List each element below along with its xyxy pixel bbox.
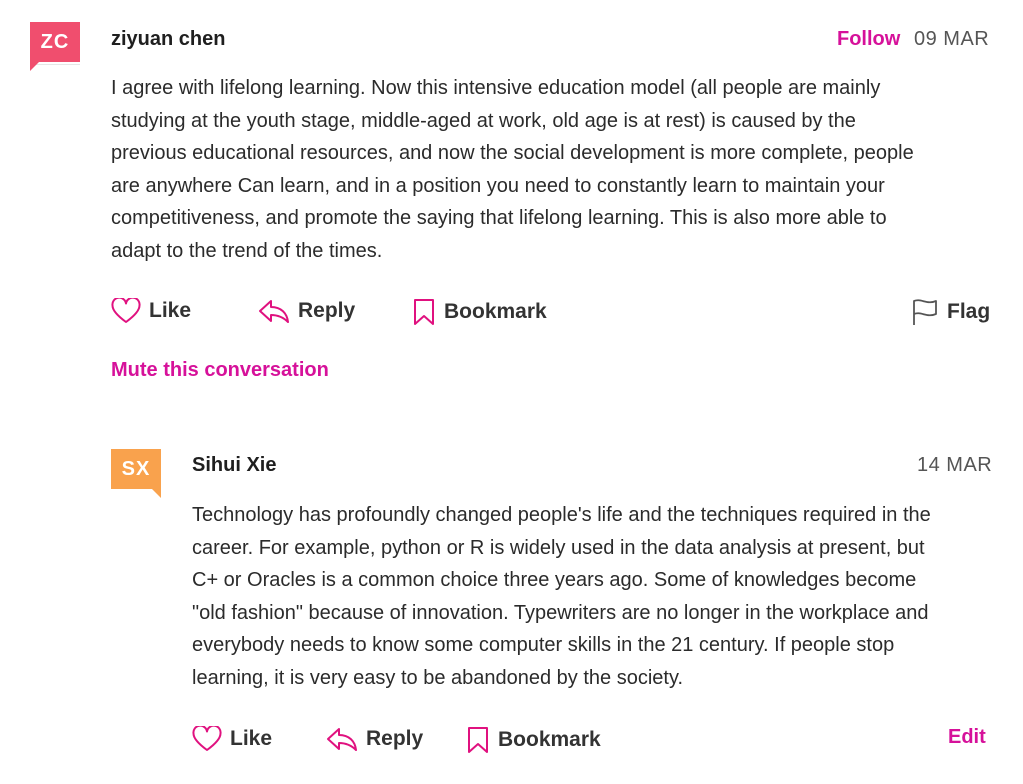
- bookmark-button[interactable]: Bookmark: [466, 726, 601, 754]
- like-button[interactable]: Like: [192, 726, 272, 752]
- comment-line: career. For example, python or R is wide…: [192, 536, 925, 559]
- flag-button[interactable]: Flag: [911, 298, 990, 326]
- reply-button[interactable]: Reply: [258, 298, 355, 324]
- reply-icon: [326, 726, 358, 752]
- like-label: Like: [149, 299, 192, 322]
- avatar: ZC: [30, 22, 80, 71]
- heart-icon: [111, 298, 141, 324]
- avatar-initials: ZC: [40, 30, 70, 53]
- comment-line: Technology has profoundly changed people…: [192, 504, 931, 526]
- comment-line: learning, it is very easy to be abandone…: [192, 666, 684, 689]
- bookmark-icon: [412, 298, 436, 326]
- reply-label: Reply: [366, 727, 424, 750]
- avatar: SX: [111, 449, 161, 498]
- bookmark-label: Bookmark: [444, 300, 547, 323]
- comment-body: Technology has profoundly changed people…: [192, 499, 1002, 695]
- bookmark-button[interactable]: Bookmark: [412, 298, 547, 326]
- avatar-initials: SX: [121, 457, 151, 480]
- like-button[interactable]: Like: [111, 298, 191, 324]
- comment-line: studying at the youth stage, middle-aged…: [111, 109, 856, 132]
- comment-author[interactable]: ziyuan chen: [111, 28, 225, 51]
- comment-line: everybody needs to know some computer sk…: [192, 634, 895, 657]
- bookmark-label: Bookmark: [498, 728, 601, 751]
- comment-date: 09 MAR: [914, 28, 990, 50]
- comment-line: C+ or Oracles is a common choice three y…: [192, 569, 917, 592]
- reply-button[interactable]: Reply: [326, 726, 423, 752]
- comment-line: competitiveness, and promote the saying …: [111, 207, 887, 230]
- bookmark-icon: [466, 726, 490, 754]
- reply-label: Reply: [298, 299, 356, 322]
- flag-icon: [911, 298, 939, 326]
- comment-line: are anywhere Can learn, and in a positio…: [111, 174, 885, 197]
- comment-line: I agree with lifelong learning. Now this…: [111, 77, 881, 99]
- edit-button[interactable]: Edit: [948, 726, 986, 749]
- comment-body: I agree with lifelong learning. Now this…: [111, 72, 991, 268]
- flag-label: Flag: [947, 300, 991, 323]
- like-label: Like: [230, 727, 273, 750]
- mute-conversation-link[interactable]: Mute this conversation: [111, 359, 329, 382]
- comment-line: adapt to the trend of the times.: [111, 239, 383, 262]
- heart-icon: [192, 726, 222, 752]
- comment-line: "old fashion" because of innovation. Typ…: [192, 601, 929, 624]
- comment-line: previous educational resources, and now …: [111, 142, 914, 165]
- comment-author[interactable]: Sihui Xie: [192, 454, 276, 477]
- comment-date: 14 MAR: [917, 454, 993, 476]
- follow-button[interactable]: Follow: [837, 28, 900, 51]
- reply-icon: [258, 298, 290, 324]
